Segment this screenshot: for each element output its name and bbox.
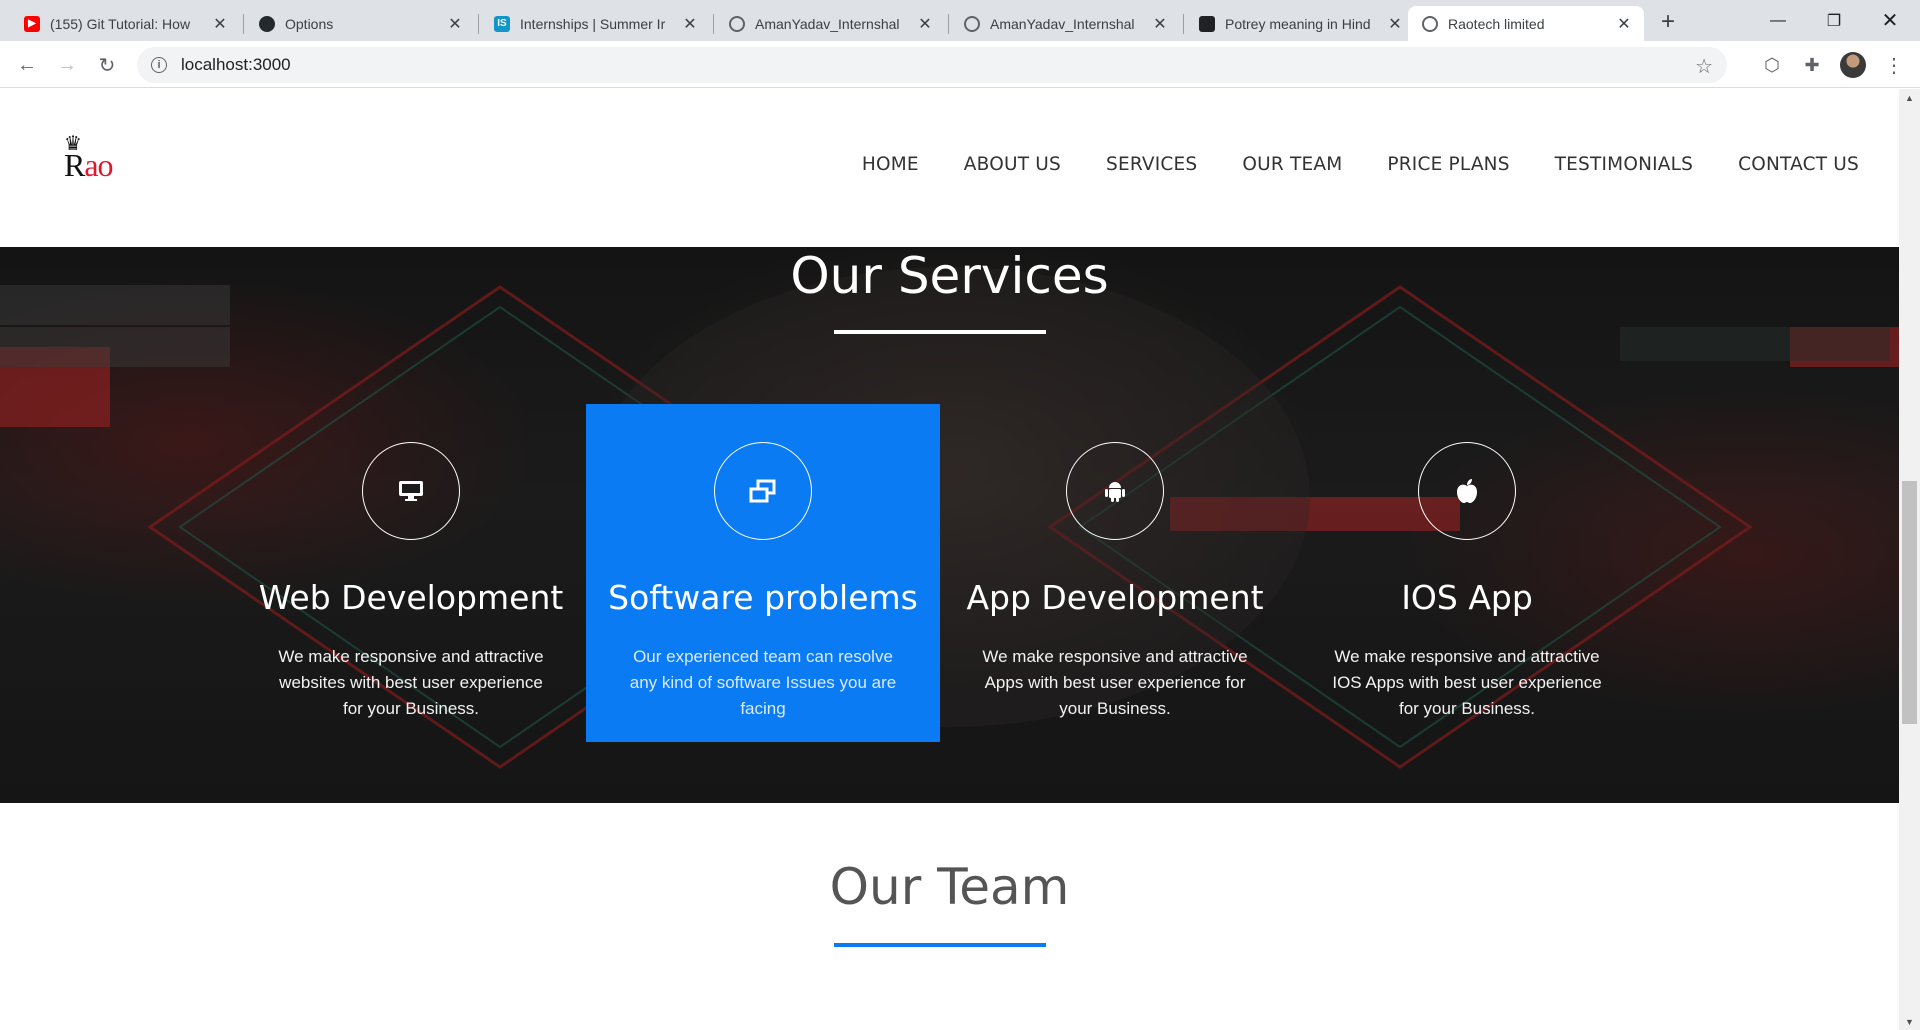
nav-services[interactable]: SERVICES: [1106, 154, 1197, 175]
globe-icon: [1422, 15, 1438, 32]
service-heading: Software problems: [608, 578, 918, 617]
address-url: localhost:3000: [181, 55, 291, 74]
service-card-app-development[interactable]: App Development We make responsive and a…: [938, 404, 1292, 742]
scrollbar-thumb[interactable]: [1902, 481, 1917, 724]
service-card-ios-app[interactable]: IOS App We make responsive and attractiv…: [1290, 404, 1644, 742]
nav-testimonials[interactable]: TESTIMONIALS: [1555, 154, 1693, 175]
browser-tab-active[interactable]: Raotech limited ✕: [1408, 6, 1644, 41]
browser-tab[interactable]: IS Internships | Summer Ir ✕: [480, 6, 710, 41]
youtube-icon: ▶: [24, 15, 40, 32]
close-tab-icon[interactable]: ✕: [915, 14, 935, 34]
nav-home[interactable]: HOME: [862, 154, 919, 175]
bookmark-star-icon[interactable]: ☆: [1695, 54, 1713, 79]
service-heading: Web Development: [258, 578, 564, 617]
team-title: Our Team: [829, 858, 1070, 916]
service-icon-circle: [714, 442, 812, 540]
tab-title: AmanYadav_Internshal: [755, 15, 900, 32]
site-logo[interactable]: ♛ Rao: [62, 131, 132, 191]
services-section: Our Services Web Development We make res…: [0, 247, 1899, 803]
tab-title: Potrey meaning in Hind: [1225, 15, 1371, 32]
scroll-up-arrow-icon[interactable]: ▲: [1899, 89, 1920, 106]
browser-tab[interactable]: Potrey meaning in Hind ✕: [1185, 6, 1415, 41]
windows-icon: [749, 479, 776, 503]
service-heading: IOS App: [1401, 578, 1533, 617]
browser-toolbar: ← → ↻ i localhost:3000 ☆ ⬡ ✚ ⋮: [0, 41, 1920, 88]
service-card-software-problems[interactable]: Software problems Our experienced team c…: [586, 404, 940, 742]
team-section: Our Team: [0, 803, 1899, 1030]
close-tab-icon[interactable]: ✕: [445, 14, 465, 34]
service-description: We make responsive and attractive websit…: [278, 647, 544, 718]
service-icon-circle: [1066, 442, 1164, 540]
forward-icon[interactable]: →: [52, 50, 82, 80]
reload-icon[interactable]: ↻: [92, 50, 122, 80]
internshala-icon: IS: [494, 15, 510, 32]
nav-our-team[interactable]: OUR TEAM: [1242, 154, 1342, 175]
close-tab-icon[interactable]: ✕: [1150, 14, 1170, 34]
tab-title: Internships | Summer Ir: [520, 15, 666, 32]
close-window-icon[interactable]: ✕: [1864, 0, 1916, 41]
main-nav: HOME ABOUT US SERVICES OUR TEAM PRICE PL…: [817, 154, 1859, 175]
nav-about-us[interactable]: ABOUT US: [964, 154, 1061, 175]
restore-icon[interactable]: ❐: [1808, 0, 1860, 41]
minimize-icon[interactable]: —: [1752, 0, 1804, 41]
logo-wordmark: Rao: [64, 147, 114, 183]
browser-tab[interactable]: Options ✕: [245, 6, 475, 41]
menu-kebab-icon[interactable]: ⋮: [1882, 53, 1906, 77]
team-title-underline: [834, 943, 1046, 947]
globe-icon: [964, 15, 980, 32]
dictionary-icon: [1199, 15, 1215, 32]
service-card-web-development[interactable]: Web Development We make responsive and a…: [234, 404, 588, 742]
close-tab-icon[interactable]: ✕: [1385, 14, 1405, 34]
browser-tab[interactable]: AmanYadav_Internshal ✕: [715, 6, 945, 41]
tab-title: Raotech limited: [1448, 15, 1545, 32]
site-header: ♛ Rao HOME ABOUT US SERVICES OUR TEAM PR…: [0, 89, 1899, 247]
close-tab-icon[interactable]: ✕: [680, 14, 700, 34]
service-icon-circle: [1418, 442, 1516, 540]
close-tab-icon[interactable]: ✕: [1614, 14, 1634, 34]
tab-title: Options: [285, 15, 334, 32]
page-scrollbar[interactable]: ▲ ▼: [1899, 89, 1920, 1030]
scroll-down-arrow-icon[interactable]: ▼: [1899, 1013, 1920, 1030]
apple-icon: [1457, 479, 1477, 503]
close-tab-icon[interactable]: ✕: [210, 14, 230, 34]
back-icon[interactable]: ←: [12, 50, 42, 80]
service-description: Our experienced team can resolve any kin…: [629, 647, 897, 718]
browser-tab[interactable]: AmanYadav_Internshal ✕: [950, 6, 1180, 41]
service-description: We make responsive and attractive Apps w…: [982, 647, 1248, 718]
nav-contact-us[interactable]: CONTACT US: [1738, 154, 1859, 175]
extensions-puzzle-icon[interactable]: ✚: [1800, 53, 1824, 77]
tab-title: (155) Git Tutorial: How: [50, 15, 191, 32]
nav-price-plans[interactable]: PRICE PLANS: [1387, 154, 1509, 175]
github-icon: [259, 15, 275, 32]
profile-avatar[interactable]: [1840, 52, 1866, 78]
services-title-underline: [834, 330, 1046, 334]
new-tab-icon[interactable]: +: [1654, 8, 1682, 36]
address-bar[interactable]: i localhost:3000 ☆: [137, 47, 1727, 83]
extension-cube-icon[interactable]: ⬡: [1760, 53, 1784, 77]
android-icon: [1105, 482, 1125, 502]
site-info-icon[interactable]: i: [151, 57, 167, 73]
service-heading: App Development: [966, 578, 1264, 617]
monitor-icon: [399, 481, 423, 501]
globe-icon: [729, 15, 745, 32]
services-title: Our Services: [790, 247, 1109, 305]
tab-title: AmanYadav_Internshal: [990, 15, 1135, 32]
service-icon-circle: [362, 442, 460, 540]
browser-tab-strip: ▶ (155) Git Tutorial: How ✕ Options ✕ IS…: [0, 0, 1920, 41]
browser-tab[interactable]: ▶ (155) Git Tutorial: How ✕: [10, 6, 240, 41]
service-description: We make responsive and attractive IOS Ap…: [1332, 647, 1602, 718]
page-viewport: ♛ Rao HOME ABOUT US SERVICES OUR TEAM PR…: [0, 89, 1899, 1030]
